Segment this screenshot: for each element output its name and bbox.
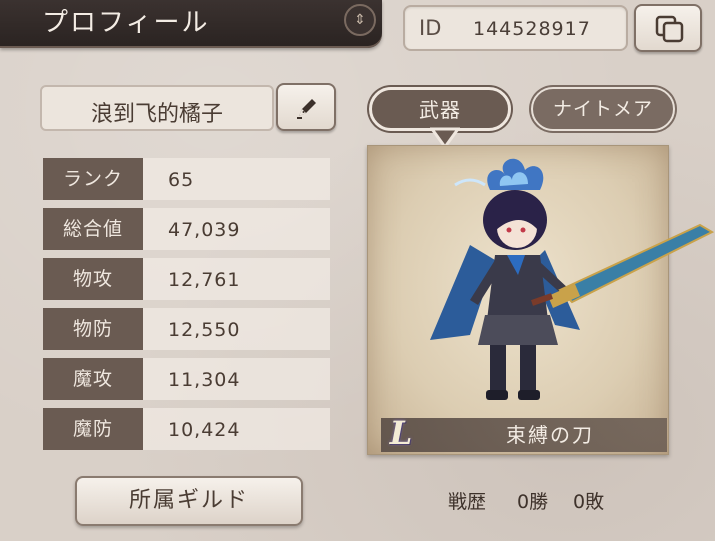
id-value: 144528917 [473, 18, 591, 40]
page-title: プロフィール [42, 8, 210, 38]
stat-value: 47,039 [143, 208, 330, 250]
stat-row-phys-atk: 物攻 12,761 [43, 258, 330, 300]
stat-row-phys-def: 物防 12,550 [43, 308, 330, 350]
stat-row-total: 総合値 47,039 [43, 208, 330, 250]
weapon-preview-panel [367, 145, 669, 455]
stat-row-rank: ランク 65 [43, 158, 330, 200]
stat-label: 物防 [43, 308, 143, 350]
copy-id-button[interactable] [634, 4, 702, 52]
title-banner: プロフィール ⇕ [0, 0, 382, 48]
tab-nightmare[interactable]: ナイトメア [531, 87, 675, 131]
stat-value: 12,550 [143, 308, 330, 350]
stat-row-mag-def: 魔防 10,424 [43, 408, 330, 450]
battle-record-losses: 0敗 [573, 491, 605, 513]
stat-row-mag-atk: 魔攻 11,304 [43, 358, 330, 400]
stat-value: 65 [143, 158, 330, 200]
stat-value: 11,304 [143, 358, 330, 400]
stat-value: 12,761 [143, 258, 330, 300]
weapon-name: 束縛の刀 [506, 423, 594, 447]
player-name: 浪到飞的橘子 [90, 102, 223, 127]
player-name-box: 浪到飞的橘子 [40, 85, 274, 131]
chevron-up-down-icon: ⇕ [344, 4, 376, 36]
copy-icon [655, 15, 684, 43]
guild-button[interactable]: 所属ギルド [75, 476, 303, 526]
id-label: ID [419, 16, 442, 40]
battle-record-wins: 0勝 [517, 491, 549, 513]
battle-record-label: 戦歴 [448, 491, 487, 513]
stat-label: 総合値 [43, 208, 143, 250]
edit-name-button[interactable] [276, 83, 336, 131]
player-id-box: ID 144528917 [403, 5, 628, 51]
stat-label: 魔防 [43, 408, 143, 450]
stat-label: 物攻 [43, 258, 143, 300]
stat-label: 魔攻 [43, 358, 143, 400]
tab-weapon[interactable]: 武器 [369, 87, 511, 131]
stat-value: 10,424 [143, 408, 330, 450]
stat-label: ランク [43, 158, 143, 200]
rarity-badge: L [389, 414, 413, 452]
pen-icon [297, 99, 316, 119]
